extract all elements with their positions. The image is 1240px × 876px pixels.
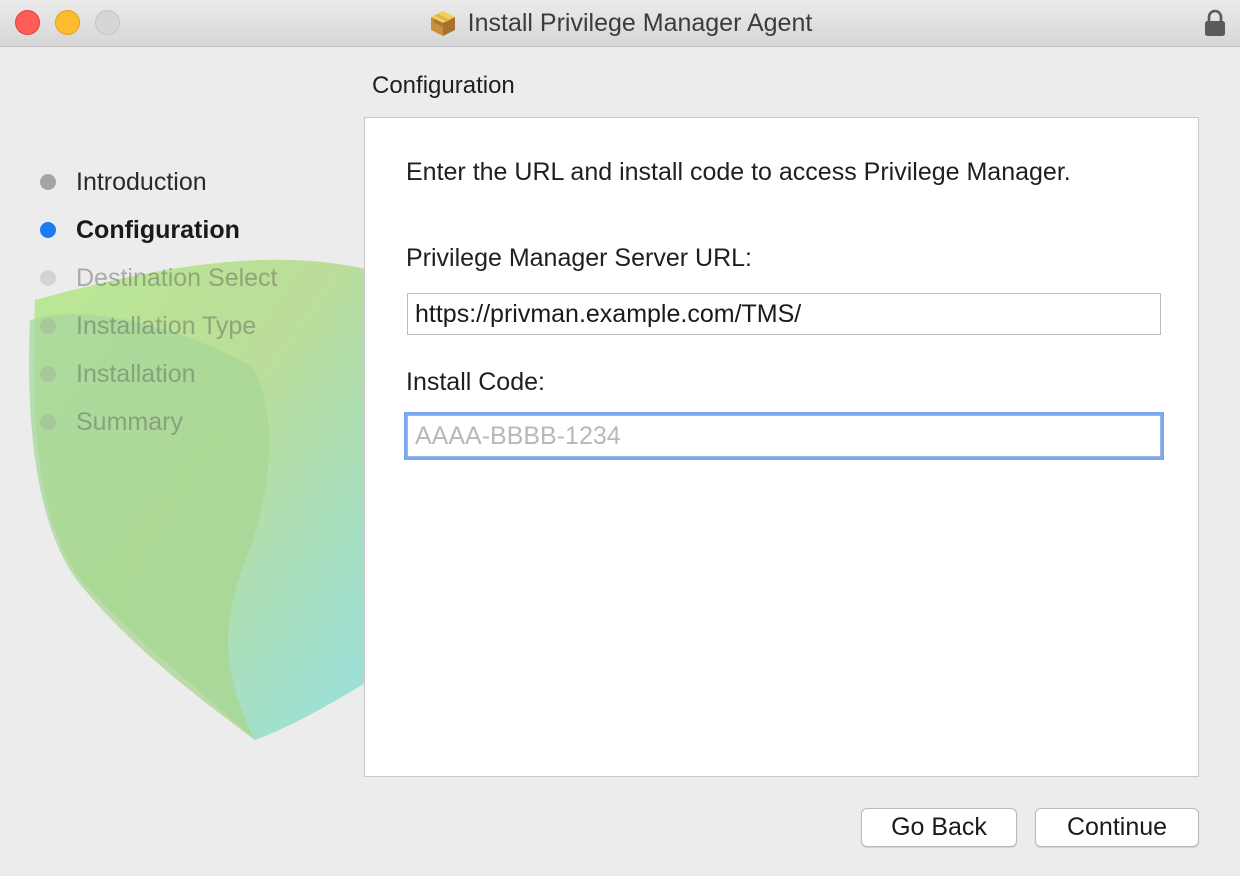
title-bar: Install Privilege Manager Agent	[0, 0, 1240, 47]
continue-button[interactable]: Continue	[1035, 808, 1199, 847]
step-label: Installation	[76, 359, 196, 388]
step-list: Introduction Configuration Destination S…	[40, 158, 278, 446]
step-dot	[40, 318, 56, 334]
step-dot	[40, 222, 56, 238]
window-title: Install Privilege Manager Agent	[467, 8, 813, 37]
step-label: Installation Type	[76, 311, 257, 340]
step-installation: Installation	[40, 350, 278, 398]
step-label: Configuration	[76, 215, 240, 244]
server-url-input[interactable]	[407, 293, 1161, 335]
step-label: Destination Select	[76, 263, 278, 292]
step-dot	[40, 366, 56, 382]
step-label: Introduction	[76, 167, 207, 196]
install-code-label: Install Code:	[406, 368, 545, 396]
step-destination-select: Destination Select	[40, 254, 278, 302]
step-introduction: Introduction	[40, 158, 278, 206]
instruction-text: Enter the URL and install code to access…	[406, 158, 1071, 186]
content-panel: Enter the URL and install code to access…	[364, 117, 1199, 777]
step-summary: Summary	[40, 398, 278, 446]
step-dot	[40, 270, 56, 286]
step-label: Summary	[76, 407, 183, 436]
package-icon	[430, 11, 455, 36]
step-installation-type: Installation Type	[40, 302, 278, 350]
step-configuration: Configuration	[40, 206, 278, 254]
go-back-button[interactable]: Go Back	[861, 808, 1017, 847]
installer-window: Install Privilege Manager Agent Configur…	[0, 0, 1240, 876]
install-code-input[interactable]	[407, 415, 1161, 457]
server-url-label: Privilege Manager Server URL:	[406, 244, 752, 272]
step-dot	[40, 174, 56, 190]
page-title: Configuration	[372, 72, 515, 99]
step-dot	[40, 414, 56, 430]
lock-icon	[1205, 9, 1225, 36]
